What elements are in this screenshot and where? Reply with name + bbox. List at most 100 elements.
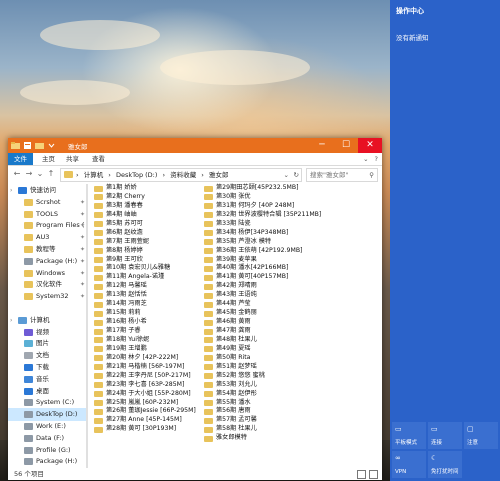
crumb-computer[interactable]: 计算机 — [84, 171, 104, 179]
title-bar[interactable]: 雅女郎 ─ ☐ ✕ — [8, 138, 382, 153]
folder-item[interactable]: 第49期 夏瑶 — [204, 345, 321, 354]
folder-item[interactable]: 第47期 龚雨 — [204, 327, 321, 336]
folder-item[interactable]: 第43期 王语纯 — [204, 291, 321, 300]
folder-item[interactable]: 第15期 莉莉 — [94, 309, 196, 318]
chevron-down-icon[interactable] — [47, 141, 56, 150]
search-box[interactable]: ⚲ — [306, 168, 378, 182]
tab-home[interactable]: 主页 — [36, 153, 61, 165]
folder-item[interactable]: 第52期 悠悠 蜜桃 — [204, 372, 321, 381]
chevron-down-icon[interactable]: ⌄ — [284, 169, 289, 181]
nav-item[interactable]: Package (H:) — [8, 455, 88, 468]
folder-item[interactable]: 第21期 马楷楠 [56P-197M] — [94, 363, 196, 372]
close-button[interactable]: ✕ — [358, 138, 382, 153]
picture-icon — [24, 340, 33, 348]
folder-item[interactable]: 第53期 刘允儿 — [204, 381, 321, 390]
folder-item[interactable]: 第30期 张优 — [204, 193, 321, 202]
back-button[interactable]: ← — [12, 169, 22, 179]
refresh-icon[interactable]: ↻ — [294, 169, 299, 181]
folder-name: 第53期 刘允儿 — [216, 380, 257, 388]
folder-item[interactable]: 第54期 赵伊彤 — [204, 390, 321, 399]
quick-action-tile[interactable]: ∞ VPN — [392, 451, 426, 478]
folder-icon — [204, 382, 213, 389]
quick-action-tile[interactable]: ▭ 平板模式 — [392, 422, 426, 449]
folder-item[interactable]: 第19期 王增鹏 — [94, 345, 196, 354]
folder-icon — [204, 319, 213, 326]
folder-item[interactable]: 第18期 Yui徐妮 — [94, 336, 196, 345]
folder-item[interactable]: 第1期 娇娇 — [94, 184, 196, 193]
crumb-collection[interactable]: 资料收藏 — [170, 171, 196, 179]
folder-item[interactable]: 第58期 杜果儿 — [204, 425, 321, 434]
folder-item[interactable]: 第45期 金鹤丽 — [204, 309, 321, 318]
folder-item[interactable]: 第57期 孟可馨 — [204, 416, 321, 425]
item-count: 56 个项目 — [14, 470, 44, 478]
crumb-separator[interactable]: › — [108, 171, 111, 179]
folder-item[interactable]: 第41期 黄可[40P157MB] — [204, 273, 321, 282]
folder-item[interactable]: 第17期 子睿 — [94, 327, 196, 336]
recent-locations-icon[interactable]: ⌄ — [35, 169, 45, 179]
crumb-separator[interactable]: › — [201, 171, 204, 179]
tab-view[interactable]: 查看 — [86, 153, 111, 165]
folder-item[interactable]: 第5期 苏可可 — [94, 220, 196, 229]
folder-item[interactable]: 第6期 赵纹澹 — [94, 229, 196, 238]
folder-item[interactable]: 第27期 Anne [45P-145M] — [94, 416, 196, 425]
folder-item[interactable]: 第48期 杜果儿 — [204, 336, 321, 345]
folder-item[interactable]: 第22期 王李丹尼 [50P-217M] — [94, 372, 196, 381]
new-folder-icon[interactable] — [35, 141, 44, 150]
quick-action-tile[interactable]: ▢ 注意 — [464, 422, 498, 449]
details-view-icon[interactable] — [357, 470, 366, 479]
folder-item[interactable]: 第20期 林夕 [42P-222M] — [94, 354, 196, 363]
quick-action-tile[interactable]: ▭ 连接 — [428, 422, 462, 449]
crumb-drive-d[interactable]: DeskTop (D:) — [116, 171, 157, 179]
properties-icon[interactable] — [23, 141, 32, 150]
folder-item[interactable]: 第34期 杨伊[34P348MB] — [204, 229, 321, 238]
crumb-separator[interactable]: › — [163, 171, 166, 179]
folder-item[interactable]: 第36期 王依萌 [42P192.9MB] — [204, 247, 321, 256]
folder-item[interactable]: 第2期 Cherry — [94, 193, 196, 202]
address-bar[interactable]: › 计算机 › DeskTop (D:) › 资料收藏 › 雅女郎 ⌄ ↻ — [60, 168, 302, 182]
folder-item[interactable]: 第44期 芦莹 — [204, 300, 321, 309]
forward-button[interactable]: → — [24, 169, 34, 179]
quick-action-tile[interactable]: ☾ 免打扰时间 — [428, 451, 462, 478]
folder-item[interactable]: 第8期 杨婷婷 — [94, 247, 196, 256]
folder-item[interactable]: 第33期 陆瓷 — [204, 220, 321, 229]
folder-item[interactable]: 第7期 王雨萱妮 — [94, 238, 196, 247]
search-icon[interactable]: ⚲ — [369, 169, 374, 181]
folder-item[interactable]: 第29期田芯颐[45P232.5MB] — [204, 184, 321, 193]
up-button[interactable]: ↑ — [46, 169, 56, 179]
folder-item[interactable]: 第50期 Rita — [204, 354, 321, 363]
folder-item[interactable]: 第31期 何玛夕 [40P 248M] — [204, 202, 321, 211]
folder-name: 第1期 娇娇 — [106, 184, 137, 191]
folder-item[interactable]: 第42期 郑晴雨 — [204, 282, 321, 291]
folder-item[interactable]: 第23期 李七喜 [63P-285M] — [94, 381, 196, 390]
folder-item[interactable]: 第12期 马馨瑶 — [94, 282, 196, 291]
expand-ribbon-icon[interactable]: ⌄ — [363, 155, 368, 163]
folder-item[interactable]: 第14期 冯雨芝 — [94, 300, 196, 309]
folder-item[interactable]: 第32期 世界波樱特合辑 [35P211MB] — [204, 211, 321, 220]
folder-item[interactable]: 第3期 潘春春 — [94, 202, 196, 211]
folder-icon — [204, 391, 213, 398]
action-center-title: 操作中心 — [396, 7, 424, 15]
tab-share[interactable]: 共享 — [60, 153, 85, 165]
folder-item[interactable]: 第28期 黄可 [30P193M] — [94, 425, 196, 434]
large-icons-view-icon[interactable] — [369, 470, 378, 479]
folder-item[interactable]: 第24期 于大小姐 [55P-280M] — [94, 390, 196, 399]
folder-name: 第46期 黄雨 — [216, 318, 251, 326]
minimize-button[interactable]: ─ — [310, 138, 334, 153]
search-input[interactable] — [307, 169, 368, 181]
maximize-button[interactable]: ☐ — [334, 138, 358, 153]
file-column-2: 第29期田芯颐[45P232.5MB] 第30期 张优 第31期 何玛夕 [40P … — [204, 184, 321, 443]
crumb-current[interactable]: 雅女郎 — [209, 171, 229, 179]
tab-file[interactable]: 文件 — [8, 153, 33, 165]
folder-icon — [94, 328, 103, 335]
folder-item[interactable]: 第11期 Angela-诺瑾 — [94, 273, 196, 282]
folder-item[interactable]: 第4期 岫岫 — [94, 211, 196, 220]
folder-item[interactable]: 第51期 赵梦瑶 — [204, 363, 321, 372]
folder-item[interactable]: 第46期 黄雨 — [204, 318, 321, 327]
folder-item[interactable]: 雅女郎模特 — [204, 434, 321, 443]
help-icon[interactable]: ? — [375, 155, 378, 163]
folder-item[interactable]: 第13期 赵恬恬 — [94, 291, 196, 300]
nav-scrollbar[interactable] — [86, 184, 88, 468]
folder-name: 第26期 董珈Jessie [66P-295M] — [106, 407, 196, 415]
folder-item[interactable]: 第35期 芦澄冰 模特 — [204, 238, 321, 247]
folder-item[interactable]: 第16期 杨小希 — [94, 318, 196, 327]
